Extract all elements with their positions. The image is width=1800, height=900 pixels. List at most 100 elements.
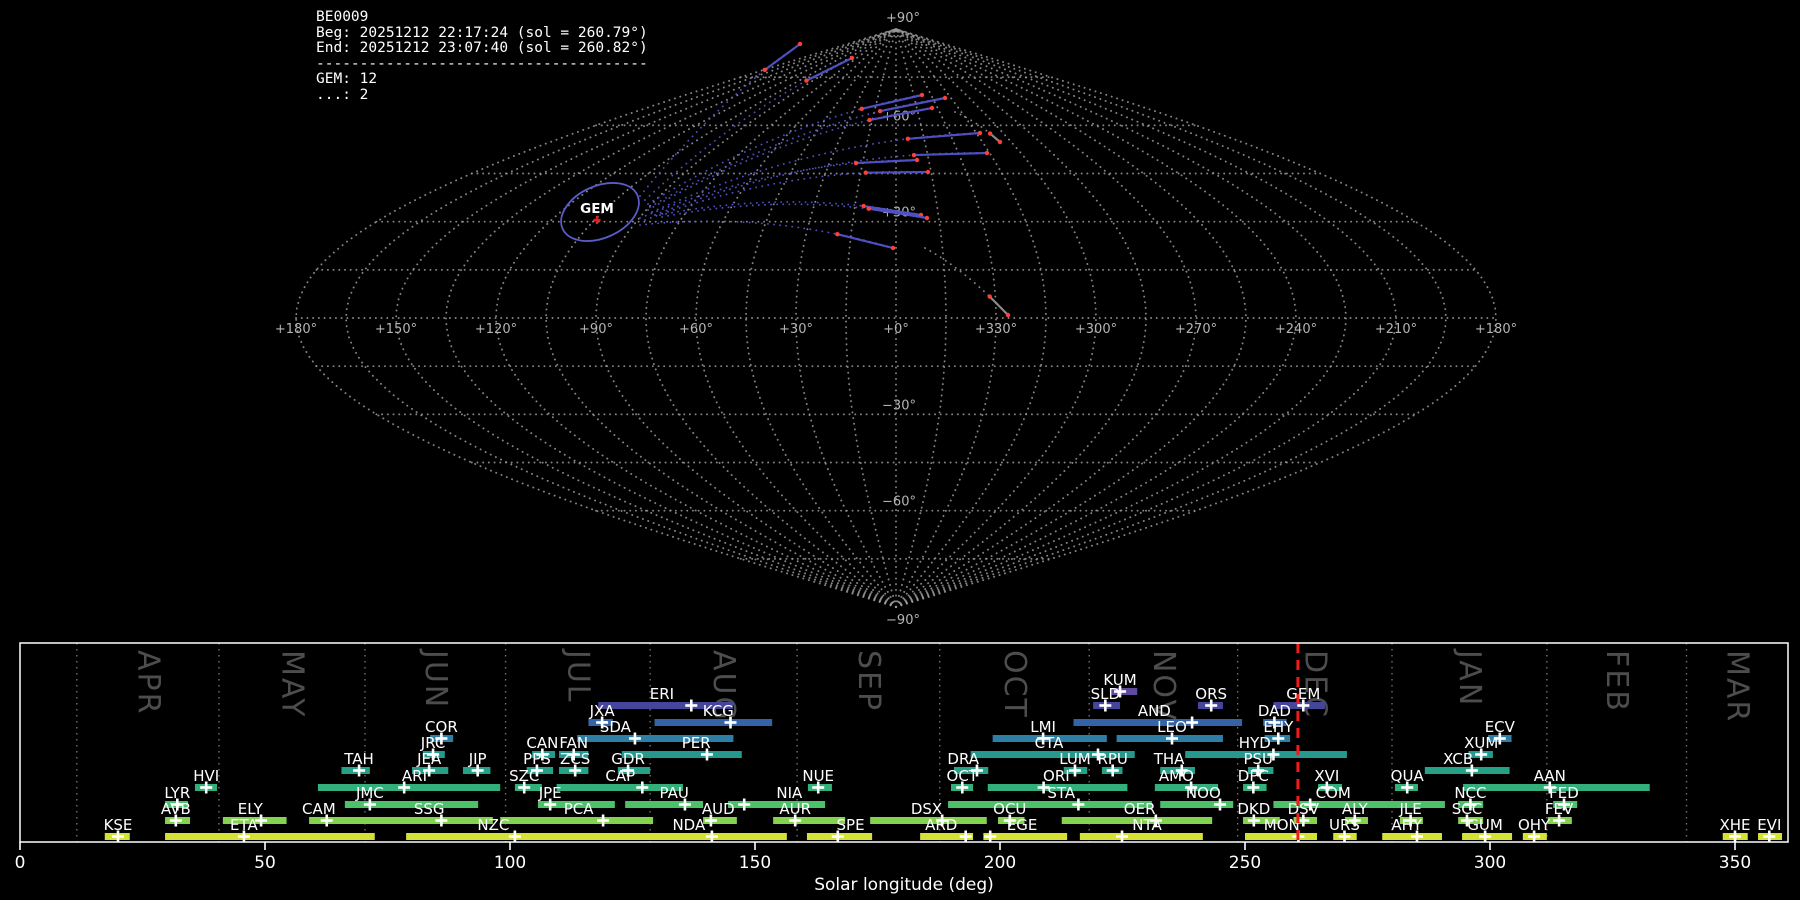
trail-end-point [984, 150, 990, 156]
shower-code-label: NOO [1186, 784, 1221, 802]
shower-code-label: ETA [230, 816, 258, 834]
trail-end-point [919, 92, 925, 98]
shower-code-label: JMC [355, 784, 384, 802]
longitude-label: +150° [375, 322, 417, 337]
shower-code-label: MON [1264, 816, 1300, 834]
meteor-trail-solid [913, 151, 988, 157]
longitude-label: +0° [883, 322, 909, 337]
month-label: MAR [1720, 650, 1755, 723]
shower-code-label: ZCS [560, 750, 590, 768]
shower-code-label: LUM [1059, 750, 1091, 768]
longitude-label: +270° [1175, 322, 1217, 337]
x-axis-title: Solar longitude (deg) [814, 875, 994, 895]
shower-code-label: PPS [523, 750, 551, 768]
longitude-label: +330° [975, 322, 1017, 337]
shower-code-label: NZC [477, 816, 509, 834]
end-time-line: End: 20251212 23:07:40 (sol = 260.82°) [316, 40, 648, 56]
trail-end-point [997, 139, 1003, 145]
shower-code-label: ORS [1195, 685, 1227, 703]
shower-code-label: EVI [1757, 816, 1781, 834]
meteor-trail-backtrack [639, 220, 894, 249]
shower-code-label: JPE [538, 784, 562, 802]
shower-code-label: GDR [611, 750, 645, 768]
shower-code-label: PAU [659, 784, 688, 802]
sporadic-trail-backtrack [924, 247, 1009, 316]
month-label: OCT [997, 650, 1032, 719]
trail-begin-point [762, 67, 767, 73]
shower-code-label: AUD [702, 800, 735, 818]
month-label: JUL [560, 648, 595, 704]
shower-code-label: LEO [1157, 718, 1187, 736]
shower-code-label: NUE [802, 767, 834, 785]
shower-code-label: OCT [947, 767, 979, 785]
shower-code-label: NDA [672, 816, 706, 834]
meteor-trail-solid [907, 131, 981, 140]
axis-tick-label: 200 [984, 853, 1016, 873]
month-label: JUN [418, 648, 453, 709]
month-label: MAY [274, 650, 309, 718]
shower-code-label: SPE [837, 816, 865, 834]
trail-end-point [942, 95, 948, 101]
activity-timeline-chart: APR MAY JUN JUL AUG SEP OCT NOV DEC JAN FEB MARKUME… [15, 642, 1789, 895]
month-label: FEB [1599, 650, 1634, 713]
shower-code-label: EGE [1007, 816, 1038, 834]
axis-tick-label: 150 [739, 853, 771, 873]
trail-end-point [925, 169, 931, 175]
meteor-trail-backtrack [644, 57, 853, 201]
shower-code-label: OHY [1518, 816, 1551, 834]
shower-code-label: GEM [1286, 685, 1320, 703]
shower-activity-bar [948, 801, 1152, 808]
shower-activity-bar [335, 817, 493, 824]
meteor-trail-solid [837, 233, 894, 250]
shower-code-label: DPC [1238, 767, 1269, 785]
axis-tick-label: 50 [254, 853, 276, 873]
trail-begin-point [911, 152, 917, 158]
pole-label-north: +90° [886, 11, 920, 26]
shower-code-label: ORI [1043, 767, 1070, 785]
shower-code-label: URS [1329, 816, 1360, 834]
trail-begin-point [859, 106, 864, 112]
longitude-label: +90° [579, 322, 613, 337]
shower-activity-bar [1245, 833, 1318, 840]
latitude-label: −60° [882, 495, 916, 510]
trail-begin-point [853, 160, 859, 166]
month-label: JAN [1452, 648, 1487, 707]
observation-header: BE0009 Beg: 20251212 22:17:24 (sol = 260… [316, 9, 648, 103]
month-label: SEP [851, 650, 886, 712]
longitude-label: +210° [1375, 322, 1417, 337]
shower-code-label: KSE [104, 816, 133, 834]
trail-begin-point [804, 78, 809, 83]
month-label: APR [130, 650, 165, 715]
shower-code-label: NTA [1132, 816, 1162, 834]
shower-code-label: XVI [1314, 767, 1339, 785]
trail-end-point [890, 245, 896, 251]
shower-activity-bar [625, 801, 704, 808]
axis-tick-label: 0 [15, 853, 26, 873]
shower-activity-bar [165, 833, 375, 840]
shower-code-label: TAH [343, 750, 374, 768]
station-id: BE0009 [316, 9, 369, 25]
longitude-label: +300° [1075, 322, 1117, 337]
shower-activity-bar [654, 719, 773, 726]
trail-begin-point [863, 170, 868, 175]
shower-code-label: AUR [779, 800, 811, 818]
meteor-trail-solid [988, 295, 1009, 316]
meteor-trail-solid [861, 93, 923, 110]
longitude-label: +60° [679, 322, 713, 337]
shower-code-label: SDA [600, 718, 632, 736]
begin-time-line: Beg: 20251212 22:17:24 (sol = 260.79°) [316, 24, 648, 41]
trail-begin-point [867, 117, 872, 123]
pole-label-south: −90° [886, 613, 920, 628]
shower-code-label: AVB [161, 800, 191, 818]
shower-code-label: CAM [302, 800, 336, 818]
shower-activity-bar [773, 817, 846, 824]
trail-begin-point [905, 136, 911, 142]
shower-code-label: SLD [1091, 685, 1120, 703]
axis-tick-label: 350 [1719, 853, 1751, 873]
shower-code-label: AMO [1159, 767, 1194, 785]
trail-end-point [924, 215, 930, 221]
meteor-trail-backtrack [651, 132, 981, 213]
longitude-label: +180° [1475, 322, 1517, 337]
shower-code-label: XHE [1719, 816, 1750, 834]
gem-count-line: GEM: 12 [316, 71, 378, 87]
